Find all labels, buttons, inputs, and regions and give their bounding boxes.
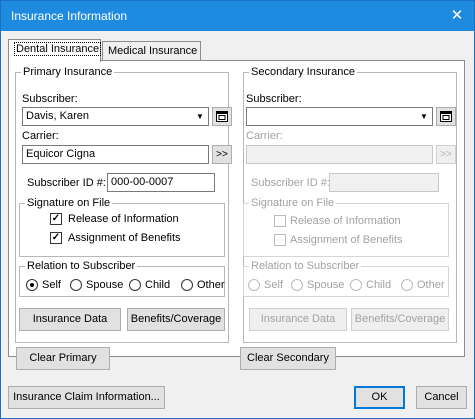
secondary-assignment-checkbox — [274, 234, 286, 246]
secondary-relation-child-radio — [350, 279, 362, 291]
primary-carrier-more-button[interactable]: >> — [212, 145, 232, 164]
primary-carrier-value: Equicor Cigna — [26, 148, 96, 160]
checkmark-icon: ✓ — [51, 232, 61, 243]
secondary-relation-other-label: Other — [417, 279, 445, 291]
ok-button[interactable]: OK — [354, 386, 405, 409]
primary-relation-legend: Relation to Subscriber — [27, 260, 136, 272]
secondary-subscriber-lookup-button[interactable] — [436, 107, 456, 126]
secondary-benefits-coverage-button: Benefits/Coverage — [351, 308, 449, 331]
window-icon — [440, 111, 452, 122]
secondary-signature-legend: Signature on File — [251, 197, 335, 209]
secondary-insurance-legend: Secondary Insurance — [251, 66, 355, 78]
secondary-relation-child-label: Child — [366, 279, 392, 291]
chevron-down-icon[interactable]: ▼ — [416, 108, 432, 125]
secondary-carrier-label: Carrier: — [246, 130, 283, 142]
primary-signature-legend: Signature on File — [27, 197, 111, 209]
tab-medical-insurance[interactable]: Medical Insurance — [102, 41, 201, 62]
insurance-information-dialog: Insurance Information ✕ Dental Insurance… — [0, 0, 475, 419]
primary-carrier-field[interactable]: Equicor Cigna — [22, 145, 209, 164]
secondary-relation-self-radio — [248, 279, 260, 291]
clear-secondary-button[interactable]: Clear Secondary — [240, 347, 336, 370]
window-title: Insurance Information — [11, 9, 128, 23]
primary-subscriber-id-value: 000-00-0007 — [111, 176, 174, 188]
primary-relation-spouse-label: Spouse — [86, 279, 124, 291]
primary-release-checkbox[interactable]: ✓ — [50, 213, 62, 225]
close-icon[interactable]: ✕ — [440, 1, 474, 31]
tab-medical-label: Medical Insurance — [108, 45, 198, 57]
primary-subscriber-lookup-button[interactable] — [212, 107, 232, 126]
secondary-release-checkbox — [274, 215, 286, 227]
primary-relation-child-label: Child — [145, 279, 171, 291]
secondary-relation-legend: Relation to Subscriber — [251, 260, 360, 272]
secondary-relation-spouse-label: Spouse — [307, 279, 345, 291]
checkmark-icon: ✓ — [51, 213, 61, 224]
secondary-subscriber-id-label: Subscriber ID #: — [251, 177, 330, 189]
secondary-relation-other-radio — [401, 279, 413, 291]
tab-dental-label: Dental Insurance — [14, 42, 102, 56]
primary-release-label: Release of Information — [68, 213, 179, 225]
secondary-subscriber-label: Subscriber: — [246, 93, 302, 105]
secondary-assignment-label: Assignment of Benefits — [290, 234, 403, 246]
secondary-relation-spouse-radio — [291, 279, 303, 291]
chevron-down-icon[interactable]: ▼ — [192, 108, 208, 125]
secondary-release-label: Release of Information — [290, 215, 401, 227]
cancel-button[interactable]: Cancel — [416, 386, 467, 409]
primary-relation-self-radio[interactable] — [26, 279, 38, 291]
primary-benefits-coverage-button[interactable]: Benefits/Coverage — [127, 308, 225, 331]
secondary-insurance-data-button: Insurance Data — [249, 308, 347, 331]
primary-relation-spouse-radio[interactable] — [70, 279, 82, 291]
secondary-carrier-more-button: >> — [436, 145, 456, 164]
primary-relation-other-label: Other — [197, 279, 225, 291]
primary-assignment-checkbox[interactable]: ✓ — [50, 232, 62, 244]
secondary-carrier-field — [246, 145, 433, 164]
secondary-signature-group: Signature on File — [243, 198, 449, 257]
clear-primary-button[interactable]: Clear Primary — [16, 347, 110, 370]
secondary-subscriber-id-input — [329, 173, 439, 192]
dental-tab-panel: Primary Insurance Subscriber: Davis, Kar… — [8, 60, 465, 370]
tab-dental-insurance[interactable]: Dental Insurance — [8, 39, 102, 62]
primary-insurance-legend: Primary Insurance — [23, 66, 113, 78]
radio-selected-dot — [30, 283, 34, 287]
primary-signature-group: Signature on File — [19, 198, 225, 257]
primary-subscriber-select[interactable]: Davis, Karen ▼ — [22, 107, 209, 126]
primary-subscriber-id-input[interactable]: 000-00-0007 — [107, 173, 215, 192]
primary-subscriber-id-label: Subscriber ID #: — [27, 177, 106, 189]
insurance-claim-information-button[interactable]: Insurance Claim Information... — [8, 386, 165, 409]
primary-relation-other-radio[interactable] — [181, 279, 193, 291]
secondary-subscriber-select[interactable]: ▼ — [246, 107, 433, 126]
secondary-relation-self-label: Self — [264, 279, 283, 291]
primary-assignment-label: Assignment of Benefits — [68, 232, 181, 244]
primary-relation-child-radio[interactable] — [129, 279, 141, 291]
window-icon — [216, 111, 228, 122]
primary-subscriber-label: Subscriber: — [22, 93, 78, 105]
primary-relation-self-label: Self — [42, 279, 61, 291]
primary-insurance-data-button[interactable]: Insurance Data — [19, 308, 121, 331]
primary-carrier-label: Carrier: — [22, 130, 59, 142]
title-bar: Insurance Information ✕ — [1, 1, 474, 31]
primary-subscriber-value: Davis, Karen — [26, 110, 89, 122]
